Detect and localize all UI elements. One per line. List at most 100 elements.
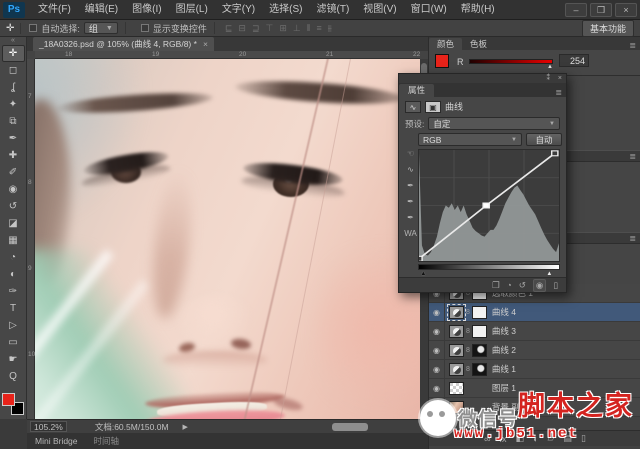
healing-brush-tool[interactable]: ✚ xyxy=(2,147,25,164)
layer-visibility-eye-icon[interactable]: ◉ xyxy=(429,303,445,322)
tab-color[interactable]: 颜色 xyxy=(429,38,462,50)
dodge-tool[interactable]: ◐ xyxy=(2,266,25,283)
white-point-eyedropper-icon[interactable]: ✒ xyxy=(403,213,418,222)
move-tool[interactable]: ✛ xyxy=(2,45,25,62)
tab-swatches[interactable]: 色板 xyxy=(462,38,495,50)
color-foreground-swatch[interactable] xyxy=(435,54,449,68)
link-layers-icon[interactable]: ∞ xyxy=(484,434,490,444)
slider-marker-icon[interactable]: ▲ xyxy=(547,64,553,70)
layer-thumbnail[interactable] xyxy=(449,401,464,414)
layer-mask-thumbnail[interactable] xyxy=(472,306,487,319)
add-layer-mask-icon[interactable]: ◧ xyxy=(516,433,525,444)
visibility-eye-icon[interactable]: ◉ xyxy=(533,279,546,292)
menu-item[interactable]: 窗口(W) xyxy=(404,4,454,15)
crop-tool[interactable]: ⧉ xyxy=(2,113,25,130)
menu-item[interactable]: 滤镜(T) xyxy=(310,4,357,15)
panel-menu-icon[interactable]: ≣ xyxy=(629,234,636,243)
layer-row[interactable]: ◉8背景 副本 2 xyxy=(429,398,640,417)
pen-tool[interactable]: ✑ xyxy=(2,283,25,300)
layer-visibility-eye-icon[interactable]: ◉ xyxy=(429,360,445,379)
new-group-icon[interactable]: ▱ xyxy=(548,433,555,444)
quick-selection-tool[interactable]: ✦ xyxy=(2,96,25,113)
panel-menu-icon[interactable]: ≣ xyxy=(629,41,636,50)
foreground-color-swatch[interactable] xyxy=(2,393,15,406)
gray-point-eyedropper-icon[interactable]: ✒ xyxy=(403,197,418,206)
toolbar-collapse-icon[interactable]: « xyxy=(0,37,26,45)
curves-grid[interactable] xyxy=(418,149,560,262)
type-tool[interactable]: T xyxy=(2,300,25,317)
shape-tool[interactable]: ▭ xyxy=(2,334,25,351)
panel-menu-icon[interactable]: ≣ xyxy=(629,152,636,161)
layer-name[interactable]: 背景 副本 2 xyxy=(492,401,535,413)
workspace-switcher-button[interactable]: 基本功能 xyxy=(582,20,634,37)
view-previous-state-icon[interactable]: ◔ xyxy=(507,280,512,290)
zoom-level-field[interactable]: 105.2% xyxy=(30,421,67,432)
layer-thumbnail[interactable] xyxy=(449,325,464,338)
menu-item[interactable]: 编辑(E) xyxy=(78,4,125,15)
document-tab-close-icon[interactable]: × xyxy=(203,37,208,51)
clone-stamp-tool[interactable]: ◉ xyxy=(2,181,25,198)
blur-tool[interactable]: ◔ xyxy=(2,249,25,266)
curve-point-edit-icon[interactable]: ∿ xyxy=(403,165,418,174)
timeline-tab[interactable]: 时间轴 xyxy=(86,433,128,449)
layer-mask-thumbnail[interactable] xyxy=(472,363,487,376)
menu-item[interactable]: 选择(S) xyxy=(262,4,309,15)
channel-dropdown[interactable]: RGB ▼ xyxy=(418,133,522,146)
layer-effects-icon[interactable]: fx xyxy=(500,434,507,444)
auto-select-dropdown[interactable]: 组 ▼ xyxy=(84,22,118,34)
zoom-tool[interactable]: Q xyxy=(2,368,25,385)
minimize-button[interactable]: – xyxy=(565,3,587,17)
layer-mask-thumbnail[interactable] xyxy=(472,325,487,338)
menu-item[interactable]: 图像(I) xyxy=(125,4,168,15)
document-tab[interactable]: _18A0326.psd @ 105% (曲线 4, RGB/8) * × xyxy=(33,37,214,51)
menu-item[interactable]: 文件(F) xyxy=(31,4,78,15)
close-panel-icon[interactable]: × xyxy=(558,74,562,83)
layer-row[interactable]: ◉8曲线 1 xyxy=(429,360,640,379)
history-brush-tool[interactable]: ↺ xyxy=(2,198,25,215)
layer-row[interactable]: ◉8曲线 4 xyxy=(429,303,640,322)
mini-bridge-tab[interactable]: Mini Bridge xyxy=(27,433,86,449)
layer-visibility-eye-icon[interactable]: ◉ xyxy=(429,341,445,360)
horizontal-scrollbar-thumb[interactable] xyxy=(332,423,368,431)
black-point-eyedropper-icon[interactable]: ✒ xyxy=(403,181,418,190)
red-channel-slider[interactable] xyxy=(469,59,553,64)
new-layer-icon[interactable]: ▤ xyxy=(563,433,572,444)
maximize-button[interactable]: ❒ xyxy=(590,3,612,17)
auto-wa-icon[interactable]: WA xyxy=(403,229,418,238)
lasso-tool[interactable]: ʆ xyxy=(2,79,25,96)
auto-select-checkbox[interactable] xyxy=(29,24,37,32)
tab-properties[interactable]: 属性 xyxy=(399,84,434,97)
delete-layer-icon[interactable]: ▯ xyxy=(581,433,586,444)
clip-to-layer-icon[interactable]: ❐ xyxy=(492,280,500,291)
brush-tool[interactable]: ✐ xyxy=(2,164,25,181)
marquee-tool[interactable]: ◻ xyxy=(2,62,25,79)
reset-icon[interactable]: ↺ xyxy=(519,280,526,291)
menu-item[interactable]: 视图(V) xyxy=(356,4,403,15)
layer-row[interactable]: ◉8图层 1 xyxy=(429,379,640,398)
eraser-tool[interactable]: ◪ xyxy=(2,215,25,232)
eyedropper-tool[interactable]: ✒ xyxy=(2,130,25,147)
red-channel-value[interactable]: 254 xyxy=(559,54,589,67)
layer-name[interactable]: 曲线 1 xyxy=(492,363,516,375)
layer-thumbnail[interactable] xyxy=(449,382,464,395)
menu-item[interactable]: 帮助(H) xyxy=(454,4,502,15)
new-adjustment-layer-icon[interactable]: ◐ xyxy=(533,434,538,444)
close-button[interactable]: × xyxy=(615,3,637,17)
panel-menu-icon[interactable]: ≣ xyxy=(555,88,562,97)
layer-thumbnail[interactable] xyxy=(449,344,464,357)
layer-visibility-eye-icon[interactable]: ◉ xyxy=(429,398,445,417)
show-transform-checkbox[interactable] xyxy=(141,24,149,32)
delete-adjustment-icon[interactable]: ▯ xyxy=(553,280,558,291)
menu-item[interactable]: 文字(Y) xyxy=(215,4,262,15)
auto-button[interactable]: 自动 xyxy=(526,133,562,146)
layer-row[interactable]: ◉8曲线 3 xyxy=(429,322,640,341)
layer-row[interactable]: ◉8曲线 2 xyxy=(429,341,640,360)
gradient-tool[interactable]: ▦ xyxy=(2,232,25,249)
mask-badge-icon[interactable]: ▣ xyxy=(425,101,441,113)
path-selection-tool[interactable]: ▷ xyxy=(2,317,25,334)
hand-tool[interactable]: ☛ xyxy=(2,351,25,368)
layer-visibility-eye-icon[interactable]: ◉ xyxy=(429,379,445,398)
layer-name[interactable]: 图层 1 xyxy=(492,382,516,394)
layer-name[interactable]: 曲线 4 xyxy=(492,306,516,318)
status-play-icon[interactable]: ▶ xyxy=(183,423,188,431)
